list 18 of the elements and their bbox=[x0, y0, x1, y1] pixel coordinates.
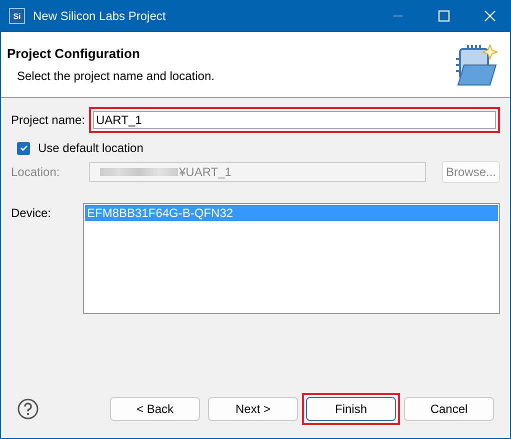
dialog-button[interactable]: Cancel bbox=[404, 397, 494, 421]
close-icon[interactable] bbox=[484, 10, 496, 22]
dialog-button[interactable]: < Back bbox=[110, 397, 200, 421]
field-label: Device: bbox=[11, 205, 52, 222]
page-description: Select the project name and location. bbox=[16, 69, 214, 83]
help-icon[interactable] bbox=[17, 398, 39, 420]
window-title: New Silicon Labs Project bbox=[33, 9, 166, 23]
dialog-button[interactable]: Finish bbox=[306, 397, 396, 421]
maximize-icon[interactable] bbox=[438, 10, 450, 22]
checkbox[interactable] bbox=[17, 142, 30, 154]
field-label: Location: bbox=[11, 165, 61, 179]
checkmark-icon bbox=[18, 143, 28, 153]
page-title: Project Configuration bbox=[7, 46, 141, 61]
use-default-location-checkbox[interactable]: Use default location bbox=[17, 141, 500, 155]
field-label: Project name: bbox=[11, 113, 85, 127]
dialog-button[interactable]: Next > bbox=[208, 397, 298, 421]
app-icon: Si bbox=[9, 8, 25, 24]
project-name-field[interactable]: UART_1 bbox=[93, 111, 496, 129]
